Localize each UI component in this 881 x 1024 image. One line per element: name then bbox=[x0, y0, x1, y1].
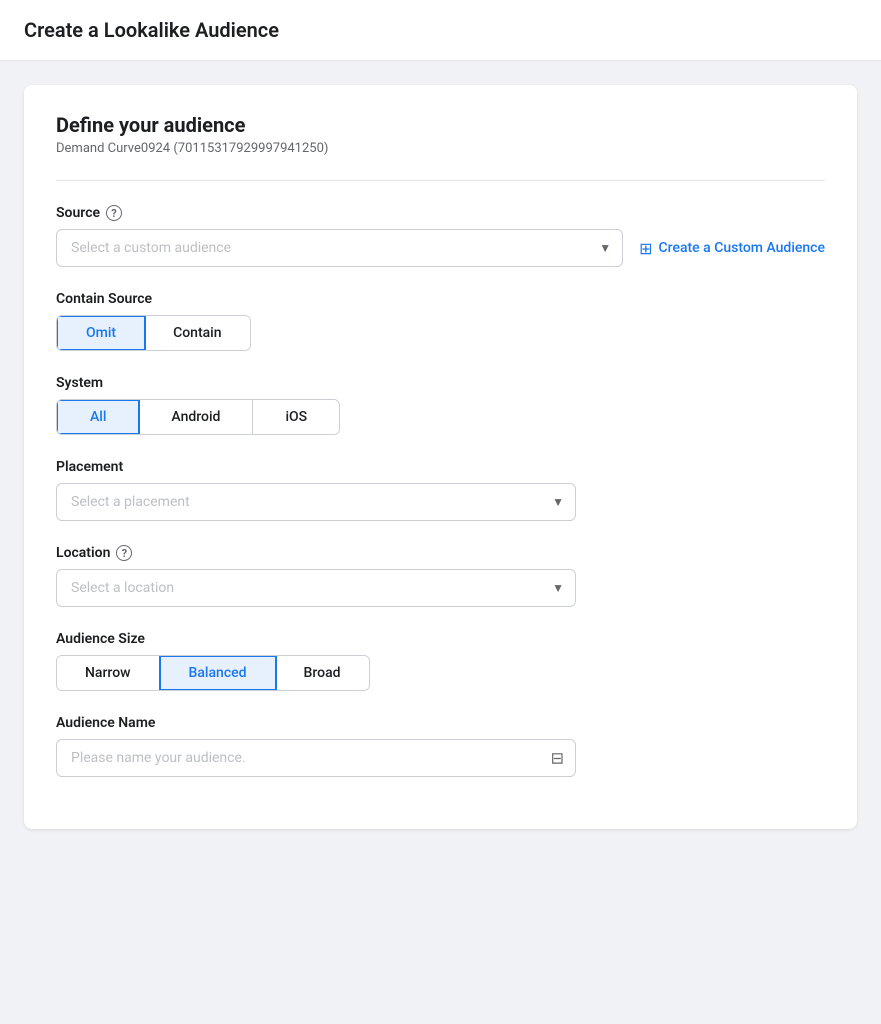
contain-source-label: Contain Source bbox=[56, 291, 825, 307]
section-subtitle: Demand Curve0924 (70115317929997941250) bbox=[56, 141, 825, 156]
location-help-icon[interactable]: ? bbox=[116, 545, 132, 561]
create-custom-icon: ⊞ bbox=[639, 239, 652, 258]
source-row: Select a custom audience ▼ ⊞ Create a Cu… bbox=[56, 229, 825, 267]
source-select[interactable]: Select a custom audience bbox=[56, 229, 623, 267]
android-button[interactable]: Android bbox=[139, 400, 253, 434]
contain-source-field-group: Contain Source Omit Contain bbox=[56, 291, 825, 351]
placement-select-wrapper: Select a placement ▼ bbox=[56, 483, 576, 521]
narrow-button[interactable]: Narrow bbox=[57, 656, 160, 690]
page-title: Create a Lookalike Audience bbox=[24, 18, 857, 42]
balanced-button[interactable]: Balanced bbox=[159, 655, 277, 691]
location-select-wrapper: Select a location ▼ bbox=[56, 569, 576, 607]
location-label: Location ? bbox=[56, 545, 825, 561]
all-button[interactable]: All bbox=[56, 399, 140, 435]
audience-name-wrapper: ⊟ bbox=[56, 739, 576, 777]
audience-name-field-group: Audience Name ⊟ bbox=[56, 715, 825, 777]
section-title: Define your audience bbox=[56, 113, 825, 137]
create-custom-audience-link[interactable]: ⊞ Create a Custom Audience bbox=[639, 239, 825, 258]
audience-name-label: Audience Name bbox=[56, 715, 825, 731]
system-toggle-group: All Android iOS bbox=[56, 399, 340, 435]
placement-field-group: Placement Select a placement ▼ bbox=[56, 459, 825, 521]
location-select[interactable]: Select a location bbox=[56, 569, 576, 607]
page-content: Define your audience Demand Curve0924 (7… bbox=[0, 61, 881, 853]
audience-size-label: Audience Size bbox=[56, 631, 825, 647]
system-field-group: System All Android iOS bbox=[56, 375, 825, 435]
source-select-wrapper: Select a custom audience ▼ bbox=[56, 229, 623, 267]
audience-size-toggle-group: Narrow Balanced Broad bbox=[56, 655, 370, 691]
audience-size-field-group: Audience Size Narrow Balanced Broad bbox=[56, 631, 825, 691]
ios-button[interactable]: iOS bbox=[253, 400, 339, 434]
divider bbox=[56, 180, 825, 181]
audience-name-input[interactable] bbox=[56, 739, 576, 777]
page-header: Create a Lookalike Audience bbox=[0, 0, 881, 61]
placement-select[interactable]: Select a placement bbox=[56, 483, 576, 521]
omit-button[interactable]: Omit bbox=[56, 315, 146, 351]
source-help-icon[interactable]: ? bbox=[106, 205, 122, 221]
contain-source-toggle-group: Omit Contain bbox=[56, 315, 251, 351]
placement-label: Placement bbox=[56, 459, 825, 475]
source-label: Source ? bbox=[56, 205, 825, 221]
contain-button[interactable]: Contain bbox=[145, 316, 249, 350]
broad-button[interactable]: Broad bbox=[276, 656, 369, 690]
system-label: System bbox=[56, 375, 825, 391]
source-field-group: Source ? Select a custom audience ▼ ⊞ Cr… bbox=[56, 205, 825, 267]
location-field-group: Location ? Select a location ▼ bbox=[56, 545, 825, 607]
name-field-icon: ⊟ bbox=[551, 749, 564, 768]
main-card: Define your audience Demand Curve0924 (7… bbox=[24, 85, 857, 829]
